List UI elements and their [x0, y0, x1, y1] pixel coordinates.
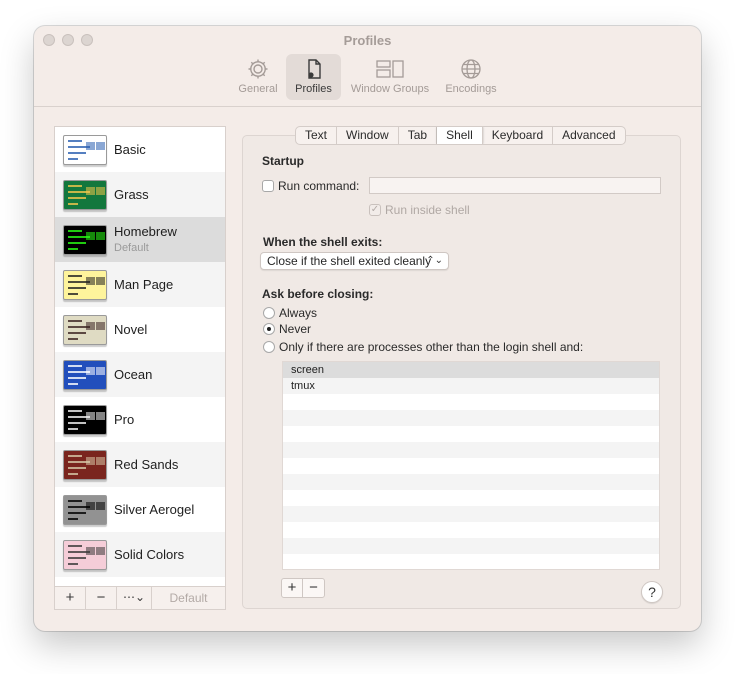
profile-name: Novel	[114, 321, 148, 337]
process-row	[283, 538, 659, 554]
when-exits-heading: When the shell exits:	[263, 235, 383, 249]
profile-sidebar: Basic Grass Homebrew Default Man Page Novel Oc…	[54, 126, 226, 610]
process-row[interactable]: tmux	[283, 378, 659, 394]
ask-processes-radio[interactable]	[263, 341, 275, 353]
toolbar-encodings[interactable]: Encodings	[440, 54, 502, 100]
profile-item[interactable]: Silver Aerogel	[55, 487, 225, 532]
profile-name: Red Sands	[114, 456, 179, 472]
tab-window[interactable]: Window	[337, 127, 399, 144]
profiles-window: Profiles General Profiles Window Groups …	[34, 26, 701, 631]
ask-always-radio[interactable]	[263, 307, 275, 319]
profile-preview-thumbnail	[63, 449, 107, 480]
toolbar-general-label: General	[238, 83, 278, 95]
tab-advanced[interactable]: Advanced	[553, 127, 624, 144]
profile-preview-thumbnail	[63, 404, 107, 435]
profile-item[interactable]: Solid Colors	[55, 532, 225, 577]
shell-exit-popup[interactable]: Close if the shell exited cleanly ⌃⌄	[260, 252, 449, 270]
run-inside-shell-checkbox[interactable]: ✓	[369, 204, 381, 216]
window-groups-icon	[376, 60, 404, 78]
toolbar-general[interactable]: General	[233, 54, 283, 100]
profile-preview-thumbnail	[63, 134, 107, 165]
profile-name: Ocean	[114, 366, 153, 382]
profile-preview-thumbnail	[63, 179, 107, 210]
toolbar-profiles-label: Profiles	[295, 83, 332, 95]
profile-name: Pro	[114, 411, 135, 427]
tab-keyboard[interactable]: Keyboard	[483, 127, 554, 144]
process-row	[283, 426, 659, 442]
process-row	[283, 394, 659, 410]
profile-item[interactable]: Man Page	[55, 262, 225, 307]
profile-item[interactable]: Novel	[55, 307, 225, 352]
process-list-table[interactable]: screen tmux	[282, 361, 660, 570]
ask-never-radio[interactable]	[263, 323, 275, 335]
run-command-field[interactable]	[369, 177, 661, 194]
profile-item[interactable]: Grass	[55, 172, 225, 217]
run-command-checkbox[interactable]	[262, 180, 274, 192]
profile-name: Solid Colors	[114, 546, 185, 562]
add-process-button[interactable]: +	[282, 579, 303, 597]
profile-name: Man Page	[114, 276, 174, 292]
more-actions-button[interactable]: ⋯⌄	[117, 587, 152, 609]
settings-tabs: Text Window Tab Shell Keyboard Advanced	[295, 126, 626, 145]
profile-preview-thumbnail	[63, 224, 107, 255]
profile-name: Homebrew Default	[114, 223, 177, 254]
remove-profile-button[interactable]: −	[86, 587, 117, 609]
profile-name: Basic	[114, 141, 146, 157]
tab-tab[interactable]: Tab	[399, 127, 438, 144]
profile-item[interactable]: Red Sands	[55, 442, 225, 487]
process-table-buttons: + −	[281, 578, 325, 598]
process-row	[283, 554, 659, 569]
tab-text[interactable]: Text	[296, 127, 338, 144]
toolbar-encodings-label: Encodings	[445, 83, 497, 95]
add-profile-button[interactable]: +	[55, 587, 86, 609]
profile-item[interactable]: Basic	[55, 127, 225, 172]
shell-exit-value: Close if the shell exited cleanly	[267, 254, 432, 268]
toolbar-window-groups[interactable]: Window Groups	[346, 54, 434, 100]
process-row	[283, 474, 659, 490]
ask-always-label: Always	[279, 306, 318, 320]
window-title: Profiles	[343, 33, 392, 48]
ask-before-closing-heading: Ask before closing:	[262, 287, 374, 301]
process-row	[283, 410, 659, 426]
process-row	[283, 442, 659, 458]
profile-preview-thumbnail	[63, 539, 107, 570]
remove-process-button[interactable]: −	[303, 579, 324, 597]
profile-preview-thumbnail	[63, 314, 107, 345]
run-command-label: Run command:	[278, 179, 360, 193]
profile-document-icon	[307, 59, 321, 79]
process-row	[283, 522, 659, 538]
globe-icon	[461, 59, 481, 79]
profile-item[interactable]: Pro	[55, 397, 225, 442]
tab-shell[interactable]: Shell	[437, 127, 483, 144]
run-inside-shell-label: Run inside shell	[385, 203, 470, 217]
profile-default-label: Default	[114, 241, 149, 254]
set-default-button[interactable]: Default	[152, 587, 225, 609]
startup-heading: Startup	[262, 154, 304, 168]
ask-never-label: Never	[279, 322, 312, 336]
profile-name: Silver Aerogel	[114, 501, 195, 517]
profile-preview-thumbnail	[63, 494, 107, 525]
updown-chevron-icon: ⌃⌄	[426, 255, 443, 266]
profile-item[interactable]: Homebrew Default	[55, 217, 225, 262]
help-button[interactable]: ?	[641, 581, 663, 603]
process-row[interactable]: screen	[283, 362, 659, 378]
toolbar-window-groups-label: Window Groups	[350, 83, 430, 95]
titlebar: Profiles General Profiles Window Groups …	[34, 26, 701, 107]
profile-preview-thumbnail	[63, 359, 107, 390]
profile-name: Grass	[114, 186, 149, 202]
sidebar-toolbar: + − ⋯⌄ Default	[54, 586, 226, 610]
toolbar-profiles[interactable]: Profiles	[286, 54, 341, 100]
profile-list: Basic Grass Homebrew Default Man Page Novel Oc…	[55, 127, 225, 585]
process-row	[283, 506, 659, 522]
process-row	[283, 458, 659, 474]
profile-preview-thumbnail	[63, 269, 107, 300]
gear-icon	[248, 59, 268, 79]
process-row	[283, 490, 659, 506]
profile-item[interactable]: Ocean	[55, 352, 225, 397]
ask-processes-label: Only if there are processes other than t…	[279, 340, 584, 354]
